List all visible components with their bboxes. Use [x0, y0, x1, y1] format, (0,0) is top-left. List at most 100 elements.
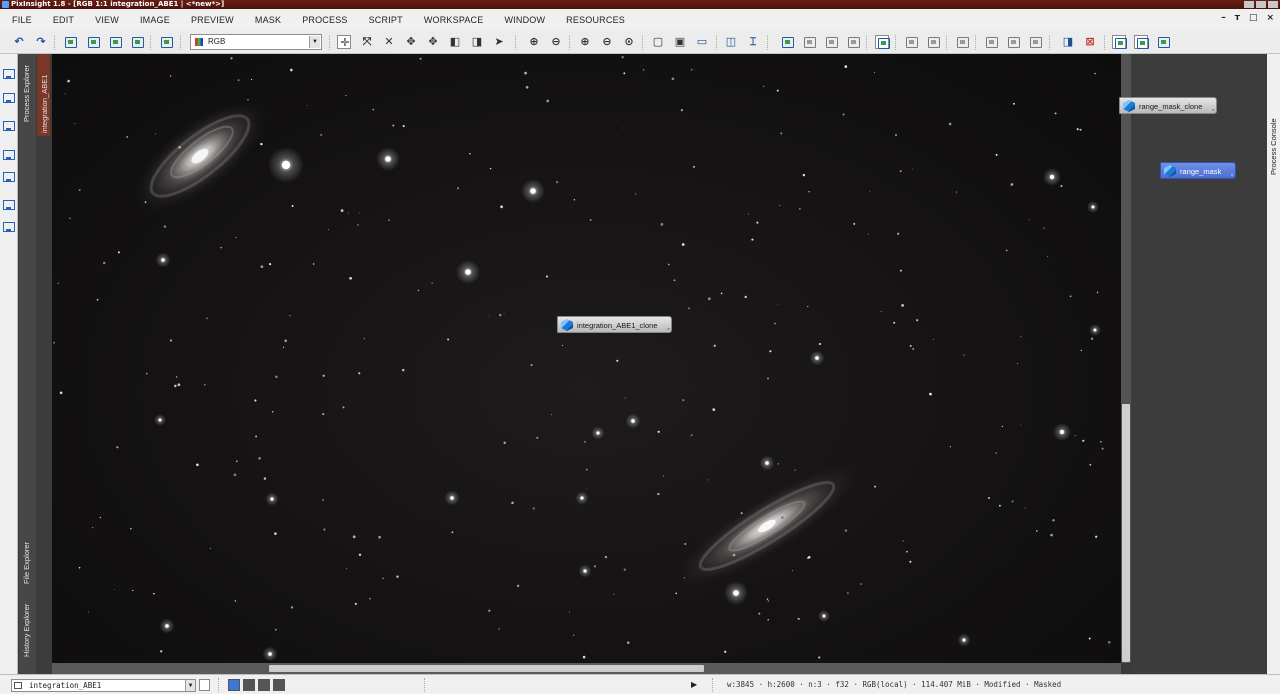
image-tab-strip	[36, 54, 51, 674]
monitor-icon[interactable]	[2, 68, 15, 80]
image-view[interactable]: integration_ABE1_clone „	[52, 54, 1121, 663]
horizontal-scrollbar[interactable]	[52, 663, 1121, 674]
console-toggle-icon[interactable]	[1134, 35, 1149, 49]
chevron-down-icon[interactable]: ▼	[309, 36, 320, 48]
zoom-fit-icon[interactable]: ⊙	[622, 35, 636, 49]
chevron-down-icon[interactable]: ▼	[185, 680, 195, 691]
menu-resources[interactable]: RESOURCES	[556, 15, 636, 25]
panel-close-icon[interactable]: ⊠	[1083, 35, 1097, 49]
vertical-scroll-thumb[interactable]	[1122, 404, 1130, 662]
mask-select-icon[interactable]	[780, 35, 794, 49]
mdi-close-icon[interactable]: ×	[1266, 13, 1274, 23]
undo-icon[interactable]: ↶	[12, 35, 26, 49]
mask-show-icon[interactable]	[846, 35, 860, 49]
preview-new-icon[interactable]	[904, 35, 918, 49]
cube-icon	[1164, 165, 1176, 177]
close-button[interactable]	[1268, 1, 1278, 8]
mask-remove-icon[interactable]	[802, 35, 816, 49]
window-controls	[1244, 1, 1278, 8]
status-bar: integration_ABE1 ▼ ▶ w:3845 · h:2600 · n…	[0, 674, 1280, 694]
image-icon-range-mask[interactable]: range_mask „	[1160, 162, 1237, 179]
monitor-arrow-icon[interactable]	[2, 120, 15, 132]
channel-select[interactable]: RGB ▼	[190, 34, 322, 50]
image-info-readout: w:3845 · h:2600 · n:3 · f32 · RGB(local)…	[727, 680, 1062, 689]
center-icon[interactable]: ✥	[426, 35, 440, 49]
image-icon-clone[interactable]: integration_ABE1_clone „	[557, 316, 673, 333]
restore-button[interactable]	[1256, 1, 1266, 8]
mdi-restore-icon[interactable]: ᴛ	[1235, 13, 1240, 23]
red-channel-button[interactable]	[243, 679, 255, 691]
tab-process-console[interactable]: Process Console	[1269, 118, 1278, 175]
explorer-toggle-icon[interactable]	[1112, 35, 1127, 49]
vertical-scrollbar[interactable]: ▲	[1121, 54, 1131, 663]
title-bar: PixInsight 1.8 - [RGB 1:1 integration_AB…	[0, 0, 1280, 9]
fit-window-icon[interactable]: ▢	[651, 35, 665, 49]
zoom-in-icon[interactable]: ⊕	[527, 35, 541, 49]
select-icon[interactable]: ➤	[492, 35, 506, 49]
zoom-1-2-icon[interactable]: ⊖	[600, 35, 614, 49]
readout-mode-icon[interactable]: ✛	[337, 35, 351, 49]
tab-file-explorer[interactable]: File Explorer	[22, 542, 31, 584]
panel-icon[interactable]: ◨	[1061, 35, 1075, 49]
monitor-orange-icon[interactable]	[2, 171, 15, 183]
image-icon-range-mask-clone[interactable]: range_mask_clone „	[1119, 97, 1218, 114]
mdi-minimize-icon[interactable]: –	[1221, 13, 1226, 23]
preview-restore-icon[interactable]	[984, 35, 998, 49]
redo-icon[interactable]: ↷	[34, 35, 48, 49]
tab-process-explorer[interactable]: Process Explorer	[22, 65, 31, 122]
workspace-area	[1131, 54, 1267, 674]
new-preview-icon[interactable]: ◧	[448, 35, 462, 49]
new-image-icon[interactable]	[63, 35, 77, 49]
workspace-toggle-icon[interactable]	[1156, 35, 1170, 49]
menu-image[interactable]: IMAGE	[129, 15, 180, 25]
monitor-cursor-icon[interactable]	[2, 199, 15, 211]
window-title: PixInsight 1.8 - [RGB 1:1 integration_AB…	[11, 0, 225, 8]
auto-stretch-icon[interactable]: ⌶	[746, 35, 760, 49]
menu-file[interactable]: FILE	[0, 15, 42, 25]
mdi-maximize-icon[interactable]: □	[1249, 13, 1258, 23]
menu-process[interactable]: PROCESS	[292, 15, 358, 25]
edit-preview-icon[interactable]: ◨	[470, 35, 484, 49]
menu-script[interactable]: SCRIPT	[358, 15, 413, 25]
pan-icon[interactable]: ✥	[404, 35, 418, 49]
tab-history-explorer[interactable]: History Explorer	[22, 604, 31, 657]
mask-enable-icon[interactable]	[875, 35, 890, 49]
mask-invert-icon[interactable]	[824, 35, 838, 49]
image-tab[interactable]: integration_ABE1	[37, 54, 50, 136]
menu-bar: FILE EDIT VIEW IMAGE PREVIEW MASK PROCES…	[0, 9, 1280, 31]
duplicate-image-icon[interactable]	[86, 35, 100, 49]
preview-delete-icon[interactable]	[926, 35, 940, 49]
play-icon[interactable]: ▶	[691, 680, 697, 689]
view-selector[interactable]: integration_ABE1 ▼	[11, 679, 196, 692]
image-info-icon[interactable]	[130, 35, 144, 49]
horizontal-scroll-thumb[interactable]	[269, 665, 704, 672]
menu-mask[interactable]: MASK	[244, 15, 291, 25]
monitor-image-icon[interactable]	[2, 92, 15, 104]
stf-icon[interactable]: ◫	[724, 35, 738, 49]
blue-channel-button[interactable]	[273, 679, 285, 691]
scroll-up-icon[interactable]: ▲	[1122, 644, 1130, 652]
zoom-mode-icon[interactable]: ✕	[382, 35, 396, 49]
view-toggle-button[interactable]	[199, 679, 210, 691]
preview-reset-icon[interactable]	[1028, 35, 1042, 49]
mdi-controls: – ᴛ □ ×	[1221, 13, 1274, 23]
menu-window[interactable]: WINDOW	[494, 15, 556, 25]
monitor-red-icon[interactable]	[2, 149, 15, 161]
preview-store-icon[interactable]	[955, 35, 969, 49]
zoom-window-icon[interactable]: ▣	[673, 35, 687, 49]
monitor-edit-icon[interactable]	[2, 221, 15, 233]
menu-edit[interactable]: EDIT	[42, 15, 84, 25]
zoom-1-1-icon[interactable]: ⊕	[578, 35, 592, 49]
maximize-view-icon[interactable]: ▭	[695, 35, 709, 49]
menu-workspace[interactable]: WORKSPACE	[413, 15, 494, 25]
menu-preview[interactable]: PREVIEW	[180, 15, 244, 25]
fit-view-icon[interactable]: ⤧	[360, 35, 374, 49]
preview-swap-icon[interactable]	[1006, 35, 1020, 49]
menu-view[interactable]: VIEW	[85, 15, 130, 25]
green-channel-button[interactable]	[258, 679, 270, 691]
zoom-out-icon[interactable]: ⊖	[549, 35, 563, 49]
image-properties-icon[interactable]	[108, 35, 122, 49]
minimize-button[interactable]	[1244, 1, 1254, 8]
rgb-display-button[interactable]	[228, 679, 240, 691]
extract-channel-icon[interactable]	[159, 35, 173, 49]
